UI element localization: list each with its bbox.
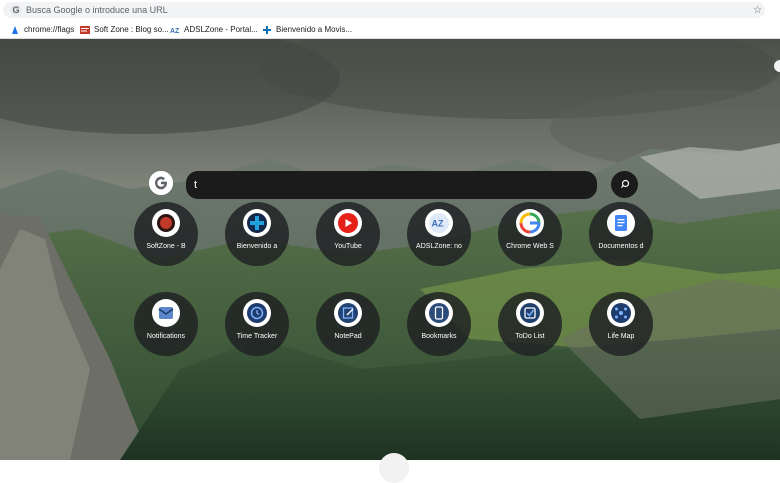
time-tracker-icon: [243, 299, 271, 327]
bookmarks-bar: chrome://flags Soft Zone : Blog so... AZ…: [0, 20, 780, 39]
shortcut-label: YouTube: [334, 243, 362, 250]
movistar-icon: [243, 209, 271, 237]
search-query: t: [194, 179, 198, 191]
shortcut-label: ToDo List: [515, 333, 545, 340]
search-icon: [621, 179, 630, 188]
shortcut-label: Notifications: [146, 333, 186, 340]
notepad-icon: [334, 299, 362, 327]
omnibox[interactable]: G Busca Google o introduce una URL ☆: [3, 2, 765, 18]
shortcut-label: Life Map: [607, 333, 635, 340]
shortcut-time-tracker[interactable]: Time Tracker: [225, 292, 289, 356]
shortcut-label: Bookmarks: [421, 333, 457, 340]
shortcut-bookmarks[interactable]: Bookmarks: [407, 292, 471, 356]
youtube-icon: [334, 209, 362, 237]
notifications-icon: [152, 299, 180, 327]
bookmark-label: ADSLZone - Portal...: [184, 25, 258, 34]
omnibox-placeholder: Busca Google o introduce una URL: [26, 5, 168, 15]
bookmark-movistar[interactable]: Bienvenido a Movis...: [262, 23, 352, 36]
shortcut-chrome-web-store[interactable]: Chrome Web S: [498, 202, 562, 266]
google-logo-icon: [149, 171, 173, 195]
chrome-web-store-icon: [516, 209, 544, 237]
shortcut-label: NotePad: [334, 333, 362, 340]
new-tab-page: t SoftZone - B Bienvenido a YouTube AZ A…: [0, 39, 780, 460]
scroll-indicator[interactable]: [379, 453, 409, 483]
shortcut-youtube[interactable]: YouTube: [316, 202, 380, 266]
bookmark-chrome-flags[interactable]: chrome://flags: [10, 23, 74, 36]
shortcut-softzone[interactable]: SoftZone - B: [134, 202, 198, 266]
bookmark-adslzone[interactable]: AZ ADSLZone - Portal...: [170, 23, 258, 36]
movistar-icon: [263, 25, 271, 34]
shortcut-life-map[interactable]: Life Map: [589, 292, 653, 356]
search-button[interactable]: [611, 171, 638, 198]
shortcut-movistar[interactable]: Bienvenido a: [225, 202, 289, 266]
shortcut-todo-list[interactable]: ToDo List: [498, 292, 562, 356]
bookmark-star-icon[interactable]: ☆: [753, 5, 762, 17]
bookmarks-icon: [425, 299, 453, 327]
shortcut-label: SoftZone - B: [146, 243, 186, 250]
mountain-background: [0, 39, 780, 460]
shortcut-adslzone[interactable]: AZ ADSLZone: no: [407, 202, 471, 266]
search-input[interactable]: t: [186, 171, 597, 199]
svg-text:AZ: AZ: [170, 28, 180, 35]
life-map-icon: [607, 299, 635, 327]
shortcut-notepad[interactable]: NotePad: [316, 292, 380, 356]
bookmark-label: Bienvenido a Movis...: [276, 25, 353, 34]
browser-toolbar: G Busca Google o introduce una URL ☆: [0, 0, 780, 20]
svg-text:AZ: AZ: [432, 219, 444, 229]
adslzone-icon: AZ: [425, 209, 453, 237]
bookmark-label: chrome://flags: [24, 25, 75, 34]
bookmark-softzone[interactable]: Soft Zone : Blog so...: [80, 23, 169, 36]
adslzone-icon: AZ: [170, 28, 180, 35]
chrome-flags-icon: [12, 25, 18, 34]
softzone-icon: [152, 209, 180, 237]
shortcut-label: Time Tracker: [236, 333, 278, 340]
google-docs-icon: [607, 209, 635, 237]
shortcut-label: ADSLZone: no: [416, 243, 462, 250]
softzone-icon: [80, 25, 90, 34]
shortcut-label: Bienvenido a: [236, 243, 278, 250]
shortcut-google-docs[interactable]: Documentos d: [589, 202, 653, 266]
shortcut-label: Chrome Web S: [506, 243, 554, 250]
bookmark-label: Soft Zone : Blog so...: [94, 25, 169, 34]
todo-list-icon: [516, 299, 544, 327]
google-g-icon: G: [10, 4, 22, 16]
shortcut-label: Documentos d: [598, 243, 644, 250]
shortcut-notifications[interactable]: Notifications: [134, 292, 198, 356]
customize-button[interactable]: [774, 60, 780, 72]
